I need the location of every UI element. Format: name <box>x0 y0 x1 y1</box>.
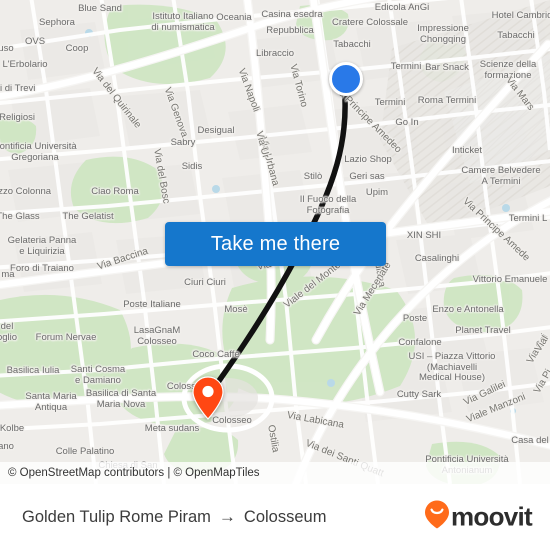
map-canvas[interactable]: Blue Sand Istituto Italiano di numismatica… <box>0 0 550 484</box>
origin-marker[interactable] <box>329 62 363 96</box>
arrow-right-icon: → <box>218 507 236 526</box>
attribution-text[interactable]: © OpenStreetMap contributors | © OpenMap… <box>0 467 260 479</box>
pin-smile-icon <box>424 500 450 535</box>
cta-label: Take me there <box>210 232 341 255</box>
destination-label: Colosseum <box>243 507 327 526</box>
map-attribution-bar: © OpenStreetMap contributors | © OpenMap… <box>0 462 550 484</box>
moovit-route-screen: Blue Sand Istituto Italiano di numismatica… <box>0 0 550 550</box>
footer-bar: Golden Tulip Rome Piram → Colosseum moov… <box>0 484 550 550</box>
moovit-logo[interactable]: moovit <box>424 500 533 535</box>
origin-label: Golden Tulip Rome Piram <box>22 507 211 526</box>
route-caption: Golden Tulip Rome Piram → Colosseum <box>0 507 326 527</box>
take-me-there-button[interactable]: Take me there <box>165 222 386 266</box>
destination-marker[interactable] <box>192 376 224 420</box>
brand-name: moovit <box>450 501 533 532</box>
